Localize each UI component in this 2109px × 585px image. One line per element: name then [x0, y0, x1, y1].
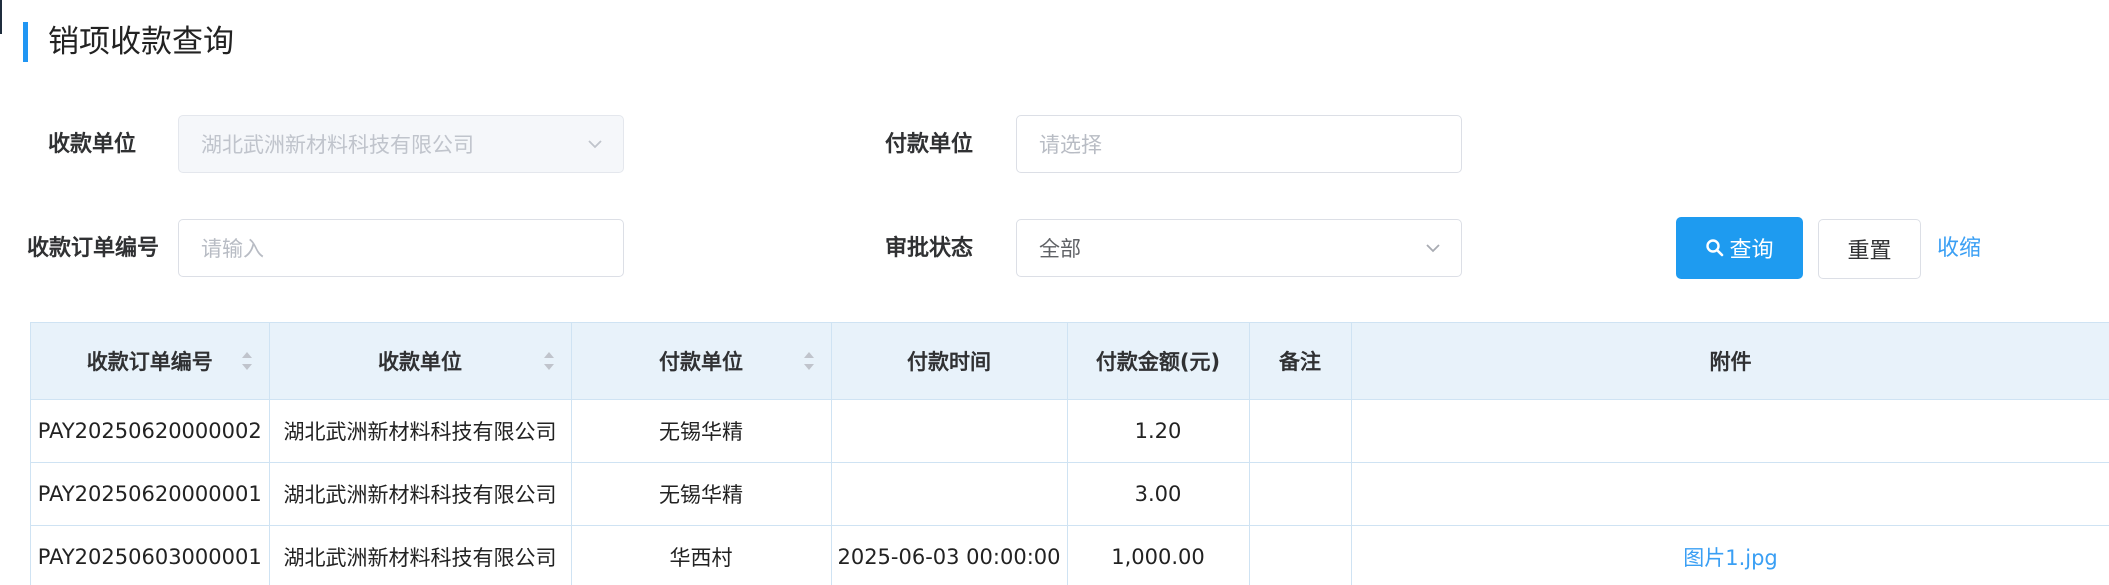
sort-icon[interactable]: [803, 347, 815, 375]
table-row[interactable]: PAY20250603000001 湖北武洲新材料科技有限公司 华西村 2025…: [31, 525, 2109, 585]
order-no-placeholder: 请输入: [201, 237, 264, 261]
search-button[interactable]: 查询: [1676, 217, 1803, 279]
column-header-payer[interactable]: 付款单位: [571, 322, 832, 400]
cell-order-no: PAY20250620000001: [31, 462, 270, 526]
cell-amount: 1,000.00: [1067, 525, 1250, 585]
column-header-order-no[interactable]: 收款订单编号: [31, 322, 270, 400]
cell-amount: 1.20: [1067, 399, 1250, 463]
collapse-link[interactable]: 收缩: [1937, 234, 1981, 264]
cell-payer: 无锡华精: [571, 399, 832, 463]
column-header-pay-time: 付款时间: [831, 322, 1068, 400]
results-table: 收款订单编号 收款单位 付款单位 付款时间 付款金额(元) 备注 附件 PAY2…: [30, 322, 2109, 585]
cell-payer: 华西村: [571, 525, 832, 585]
payee-label: 收款单位: [48, 132, 137, 157]
cell-pay-time: [831, 462, 1068, 526]
cell-attachment: [1351, 399, 2109, 463]
attachment-link[interactable]: 图片1.jpg: [1351, 525, 2109, 585]
cell-payee: 湖北武洲新材料科技有限公司: [269, 525, 572, 585]
table-header-row: 收款订单编号 收款单位 付款单位 付款时间 付款金额(元) 备注 附件: [31, 322, 2109, 400]
column-header-payee[interactable]: 收款单位: [269, 322, 572, 400]
cell-remark: [1249, 462, 1352, 526]
chevron-down-icon: [1426, 244, 1440, 253]
payer-select[interactable]: 请选择: [1016, 115, 1462, 173]
table-row[interactable]: PAY20250620000001 湖北武洲新材料科技有限公司 无锡华精 3.0…: [31, 462, 2109, 526]
title-accent-bar: [23, 22, 28, 62]
frame-edge: [0, 0, 2, 34]
cell-payee: 湖北武洲新材料科技有限公司: [269, 399, 572, 463]
cell-amount: 3.00: [1067, 462, 1250, 526]
order-no-label: 收款订单编号: [27, 236, 160, 261]
cell-pay-time: [831, 399, 1068, 463]
page: 销项收款查询 收款单位 湖北武洲新材料科技有限公司 付款单位 请选择 收款订单编…: [0, 0, 2109, 585]
approval-label: 审批状态: [885, 236, 974, 261]
cell-order-no: PAY20250620000002: [31, 399, 270, 463]
chevron-down-icon: [588, 140, 602, 149]
reset-button[interactable]: 重置: [1818, 219, 1921, 279]
cell-order-no: PAY20250603000001: [31, 525, 270, 585]
cell-remark: [1249, 399, 1352, 463]
cell-payee: 湖北武洲新材料科技有限公司: [269, 462, 572, 526]
search-icon: [1706, 239, 1724, 257]
search-label: 查询: [1729, 238, 1774, 263]
cell-remark: [1249, 525, 1352, 585]
cell-payer: 无锡华精: [571, 462, 832, 526]
reset-label: 重置: [1847, 239, 1892, 264]
sort-icon[interactable]: [543, 347, 555, 375]
table-row[interactable]: PAY20250620000002 湖北武洲新材料科技有限公司 无锡华精 1.2…: [31, 399, 2109, 463]
sort-icon[interactable]: [241, 347, 253, 375]
approval-value: 全部: [1039, 237, 1081, 261]
approval-select[interactable]: 全部: [1016, 219, 1462, 277]
column-header-remark: 备注: [1249, 322, 1352, 400]
column-header-attachment: 附件: [1351, 322, 2109, 400]
payer-label: 付款单位: [885, 132, 974, 157]
page-title: 销项收款查询: [48, 24, 234, 60]
column-header-amount: 付款金额(元): [1067, 322, 1250, 400]
payer-placeholder: 请选择: [1039, 133, 1102, 157]
cell-attachment: [1351, 462, 2109, 526]
cell-pay-time: 2025-06-03 00:00:00: [831, 525, 1068, 585]
payee-select[interactable]: 湖北武洲新材料科技有限公司: [178, 115, 624, 173]
order-no-input[interactable]: 请输入: [178, 219, 624, 277]
payee-value: 湖北武洲新材料科技有限公司: [201, 133, 474, 157]
